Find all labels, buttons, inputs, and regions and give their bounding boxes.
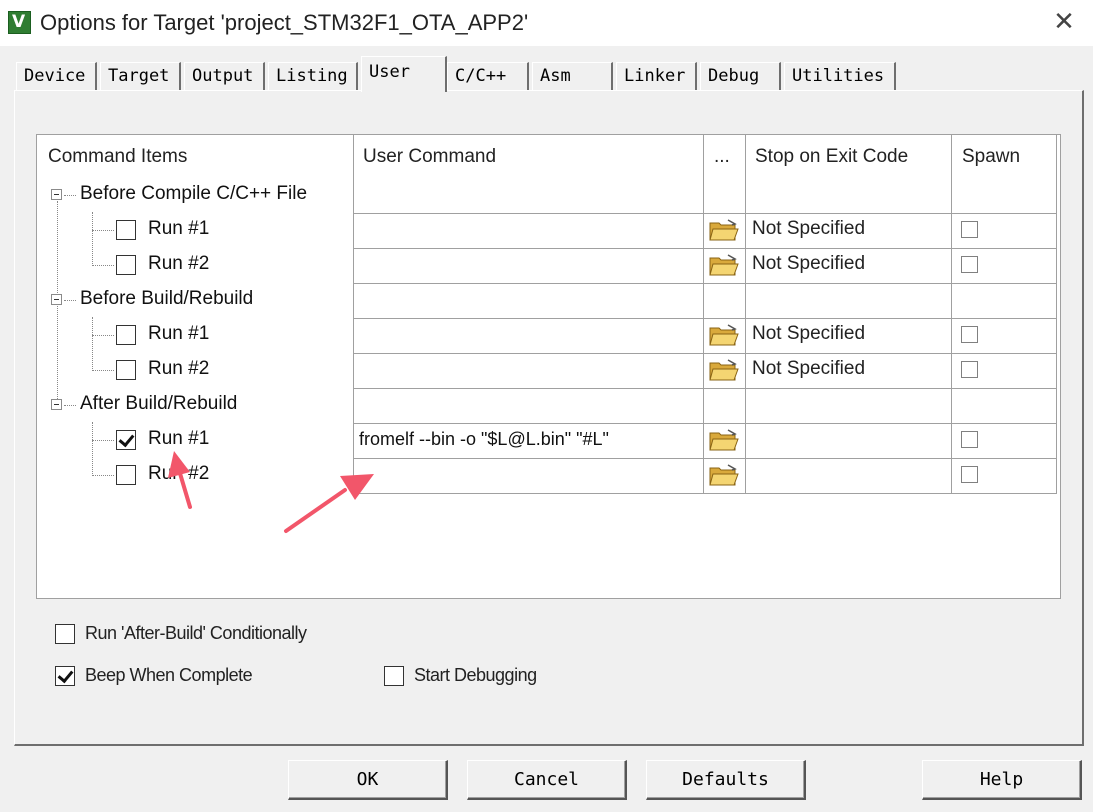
annotation-arrows xyxy=(168,451,374,533)
annotation-arrow-diagonal xyxy=(284,474,374,533)
annotation-arrow-up xyxy=(168,451,192,509)
